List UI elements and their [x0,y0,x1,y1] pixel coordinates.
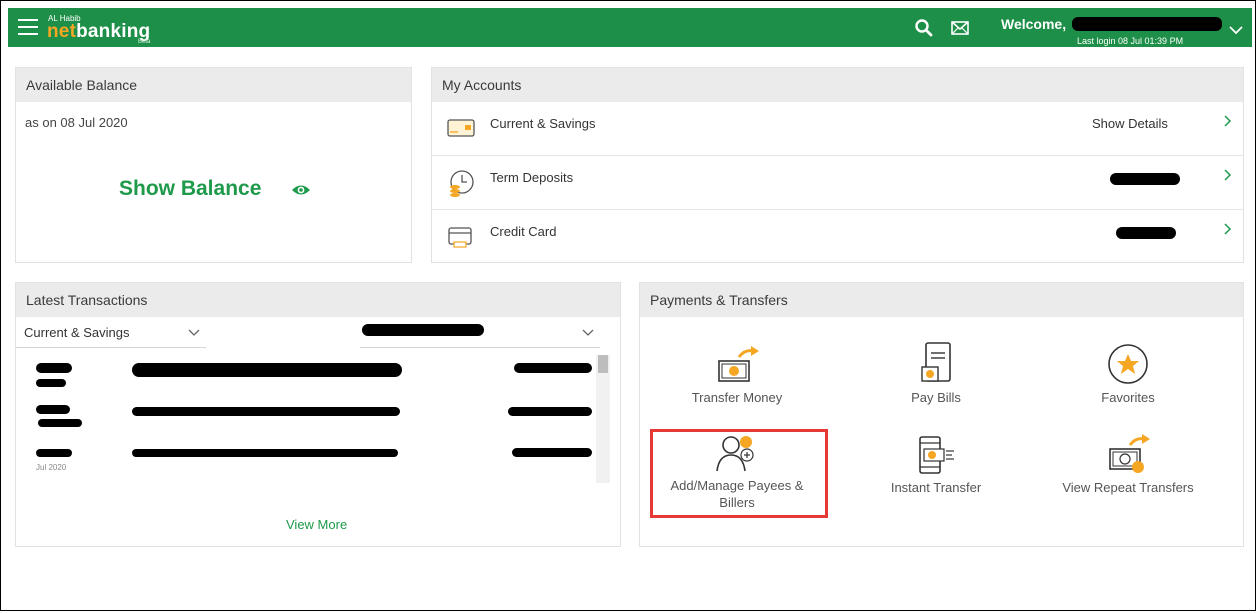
highlight-box [650,429,828,518]
transaction-row[interactable]: Jul 2020 [24,443,594,483]
mail-icon[interactable] [950,20,970,36]
clock-coins-icon [446,169,476,204]
payments-transfers-title: Payments & Transfers [640,283,1243,317]
view-repeat-transfers-label: View Repeat Transfers [1062,480,1194,495]
balance-as-on-date: as on 08 Jul 2020 [25,115,128,130]
chevron-down-icon [188,325,200,340]
brand-logo[interactable]: netbanking [47,21,150,43]
available-balance-title: Available Balance [16,68,411,102]
instant-transfer-icon [919,436,954,474]
view-repeat-transfers-button[interactable]: View Repeat Transfers [1043,433,1213,496]
redacted-date [38,419,82,427]
redacted-amount [1110,173,1180,185]
redacted-amount [512,448,592,457]
last-login-text: Last login 08 Jul 01:39 PM [1077,36,1184,46]
account-row-term-deposits[interactable]: Term Deposits [432,156,1243,210]
account-type-select[interactable]: Current & Savings [16,319,206,348]
redacted-description [132,363,402,377]
show-details-link[interactable]: Show Details [1092,116,1168,131]
instant-transfer-button[interactable]: Instant Transfer [851,435,1021,496]
chevron-right-icon[interactable] [1224,114,1232,130]
redacted-description [132,407,400,416]
transaction-row[interactable] [24,399,594,443]
redacted-amount [1116,227,1176,239]
account-row-label: Credit Card [490,224,557,239]
redacted-username [1072,17,1222,31]
top-navbar: AL Habib netbanking Beta Welcome, Last l… [8,8,1252,47]
menu-icon[interactable] [18,19,38,36]
redacted-date [36,449,72,457]
account-row-credit-card[interactable]: Credit Card [432,210,1243,263]
account-row-label: Current & Savings [490,116,596,131]
transfer-money-label: Transfer Money [691,390,783,405]
view-more-link[interactable]: View More [286,517,347,532]
transaction-row[interactable] [24,355,594,399]
pay-bills-label: Pay Bills [911,390,961,405]
latest-transactions-title: Latest Transactions [16,283,620,317]
brand-beta-label: Beta [138,39,151,45]
wallet-card-icon [446,115,476,144]
instant-transfer-label: Instant Transfer [890,480,982,495]
welcome-text: Welcome, [1001,16,1067,32]
redacted-description [132,449,398,457]
redacted-date [36,363,72,373]
account-type-value: Current & Savings [24,325,130,340]
redacted-amount [508,407,592,416]
redacted-account-number [362,324,484,336]
account-row-current-savings[interactable]: Current & Savings Show Details [432,102,1243,156]
redacted-date [36,379,66,387]
chevron-down-icon [582,325,594,340]
redacted-amount [514,363,592,373]
transaction-date: Jul 2020 [36,463,67,472]
transaction-scrollbar[interactable] [596,355,610,483]
pay-bills-button[interactable]: Pay Bills [851,341,1021,406]
pay-bills-icon [921,342,951,382]
show-balance-button[interactable]: Show Balance [119,177,261,201]
available-balance-panel: Available Balance as on 08 Jul 2020 Show… [15,67,412,263]
brand-net: net [47,21,77,42]
scrollbar-thumb[interactable] [598,355,608,373]
search-icon[interactable] [913,17,935,39]
star-icon [1108,344,1148,384]
eye-icon[interactable] [291,183,311,202]
my-accounts-panel: My Accounts Current & Savings Show Detai… [431,67,1244,263]
chevron-right-icon[interactable] [1224,168,1232,184]
chevron-down-icon[interactable] [1228,22,1244,40]
transaction-list: Jul 2020 [24,355,614,483]
account-number-select[interactable] [360,319,600,348]
my-accounts-title: My Accounts [432,68,1243,102]
redacted-date [36,405,70,414]
favorites-button[interactable]: Favorites [1043,343,1213,406]
account-row-label: Term Deposits [490,170,574,185]
transfer-money-button[interactable]: Transfer Money [652,345,822,406]
favorites-label: Favorites [1101,390,1155,405]
transfer-money-icon [718,346,759,382]
credit-card-icon [446,223,476,256]
repeat-transfer-icon [1109,434,1150,473]
chevron-right-icon[interactable] [1224,222,1232,238]
latest-transactions-panel: Latest Transactions Current & Savings Ju… [15,282,621,547]
